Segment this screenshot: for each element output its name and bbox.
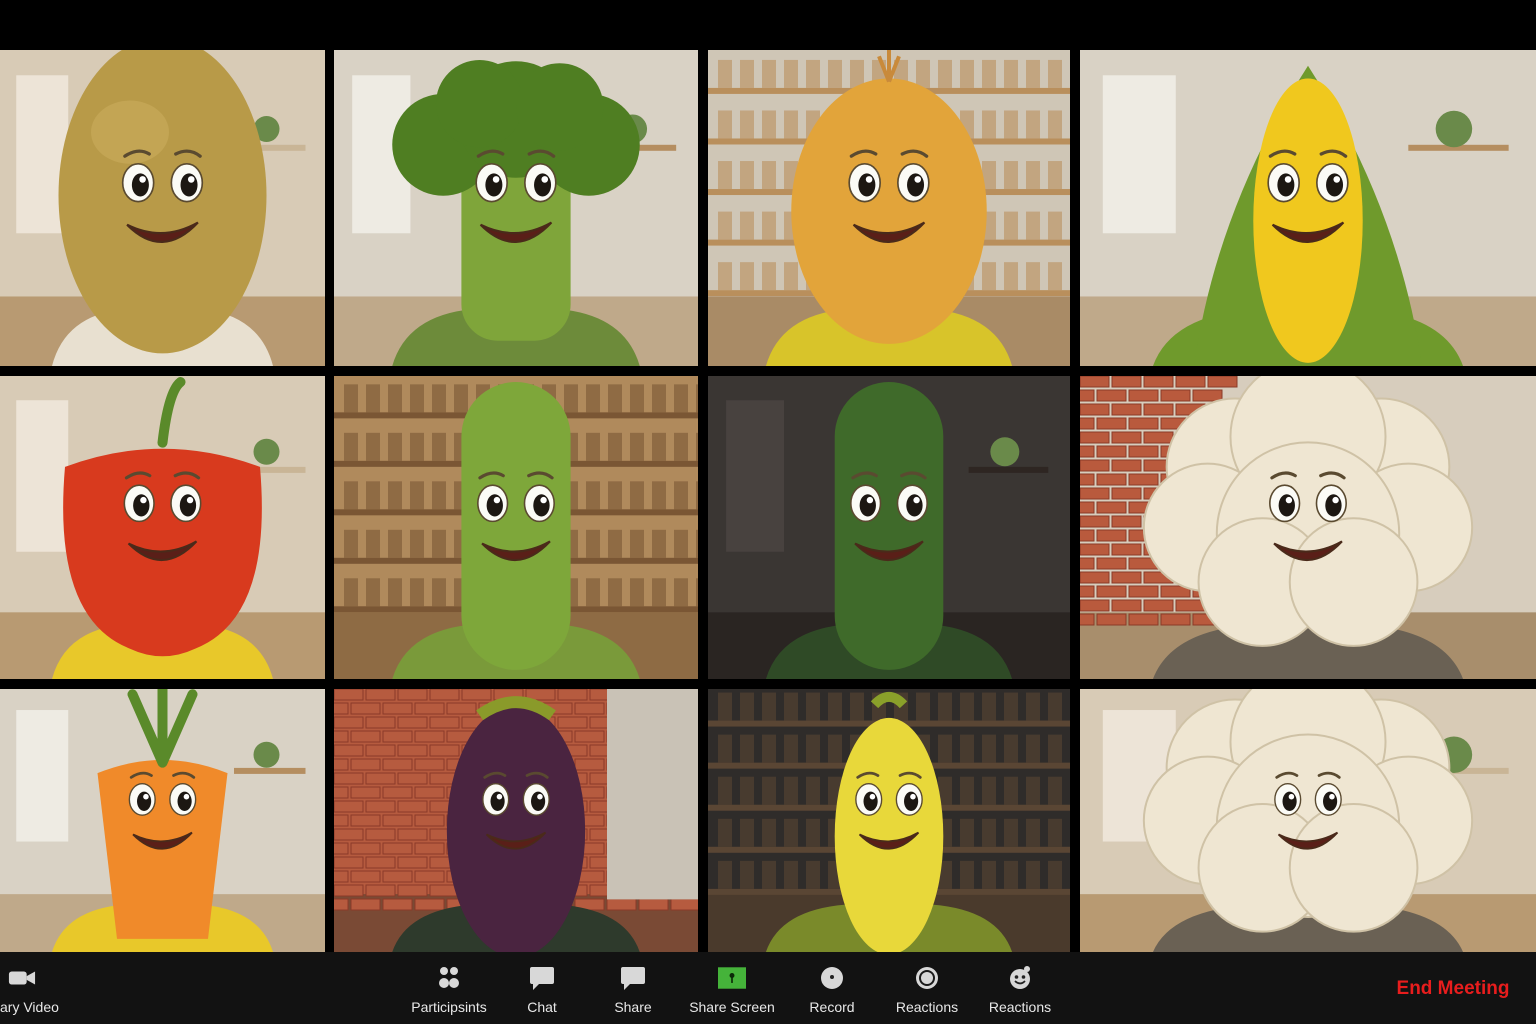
chat-button[interactable]: Chat	[512, 952, 572, 1024]
participant-avatar	[708, 50, 1070, 366]
share-screen-icon	[718, 964, 746, 992]
record-icon	[818, 964, 846, 992]
participant-video-tile[interactable]	[334, 689, 698, 952]
participant-avatar	[0, 376, 325, 679]
participants-button-label: Participsints	[411, 999, 487, 1015]
participant-avatar	[334, 689, 698, 952]
participant-avatar	[1080, 50, 1536, 366]
chat-bubble-icon	[619, 964, 647, 992]
reactions-button-label: Reactions	[895, 999, 959, 1015]
meeting-toolbar: ary Video Participsints Chat Share Share…	[0, 952, 1536, 1024]
participant-avatar	[334, 376, 698, 679]
share-button[interactable]: Share	[603, 952, 663, 1024]
video-camera-icon	[8, 964, 36, 992]
end-meeting-button[interactable]: End Meeting	[1392, 975, 1514, 1003]
participant-video-tile[interactable]	[334, 376, 698, 679]
participant-video-tile[interactable]	[1080, 376, 1536, 679]
participant-avatar	[708, 689, 1070, 952]
participant-video-tile[interactable]	[708, 50, 1070, 366]
participant-avatar	[708, 376, 1070, 679]
participant-avatar	[0, 689, 325, 952]
participant-avatar	[0, 50, 325, 366]
share-screen-button-label: Share Screen	[689, 999, 775, 1015]
participant-video-tile[interactable]	[1080, 689, 1536, 952]
record-ring-icon	[913, 964, 941, 992]
participants-icon	[435, 964, 463, 992]
participant-avatar	[1080, 689, 1536, 952]
participant-video-tile[interactable]	[1080, 50, 1536, 366]
reactions-emoji-button-label: Reactions	[988, 999, 1052, 1015]
record-button-label: Record	[809, 999, 855, 1015]
reactions-button[interactable]: Reactions	[891, 952, 963, 1024]
participant-video-tile[interactable]	[708, 689, 1070, 952]
share-screen-button[interactable]: Share Screen	[686, 952, 778, 1024]
video-button-label: ary Video	[0, 999, 59, 1015]
participant-video-tile[interactable]	[708, 376, 1070, 679]
reactions-emoji-button[interactable]: Reactions	[984, 952, 1056, 1024]
participant-video-tile[interactable]	[0, 50, 325, 366]
record-button[interactable]: Record	[802, 952, 862, 1024]
chat-bubble-icon	[528, 964, 556, 992]
participant-video-tile[interactable]	[0, 376, 325, 679]
video-grid	[0, 50, 1536, 952]
chat-button-label: Chat	[527, 999, 557, 1015]
meeting-window: ary Video Participsints Chat Share Share…	[0, 0, 1536, 1024]
participant-video-tile[interactable]	[334, 50, 698, 366]
video-button[interactable]: ary Video	[0, 952, 60, 1024]
participant-avatar	[334, 50, 698, 366]
participants-button[interactable]: Participsints	[404, 952, 494, 1024]
share-button-label: Share	[614, 999, 652, 1015]
top-bar	[0, 0, 1536, 48]
participant-avatar	[1080, 376, 1536, 679]
participant-video-tile[interactable]	[0, 689, 325, 952]
reaction-emoji-icon	[1006, 964, 1034, 992]
